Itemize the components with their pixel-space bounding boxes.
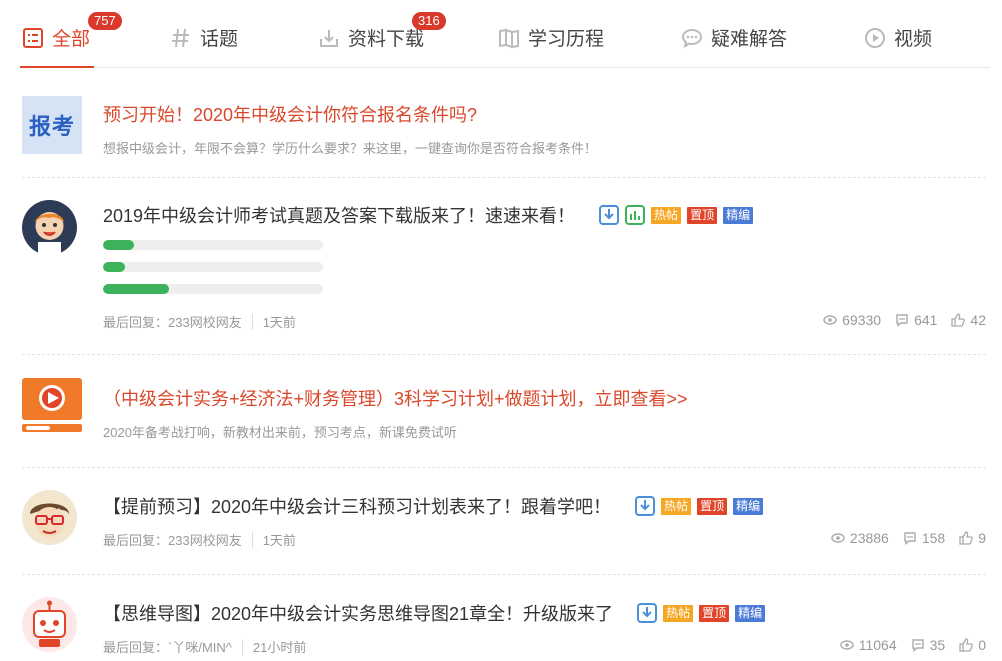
comment-icon [896, 314, 908, 327]
download-icon [635, 496, 656, 516]
tab-label: 全部 [52, 29, 91, 50]
post-title[interactable]: （中级会计实务+经济法+财务管理）3科学习计划+做题计划，立即查看>> [103, 385, 688, 411]
pinned-tag: 置顶 [699, 604, 730, 622]
featured-tag: 精编 [723, 206, 754, 224]
post-time: 21小时前 [252, 640, 307, 655]
list-item[interactable]: （中级会计实务+经济法+财务管理）3科学习计划+做题计划，立即查看>> 2020… [22, 355, 986, 468]
post-title-link[interactable]: 【提前预习】2020年中级会计三科预习计划表来了！跟着学吧！ [103, 493, 611, 519]
eye-icon [823, 315, 837, 325]
video-thumbnail [22, 378, 82, 439]
reply-count: 641 [914, 312, 938, 328]
chat-icon [681, 28, 703, 49]
post-stats: 23886 158 9 [817, 530, 986, 546]
thumbnail-text: 报考 [28, 114, 75, 139]
tab-label: 学习历程 [528, 29, 605, 50]
post-subtitle: 想报中级会计，年限不会算？学历什么要求？来这里，一键查询你是否符合报考条件！ [103, 141, 598, 156]
avatar[interactable] [22, 597, 77, 657]
list-item[interactable]: 报考 预习开始！2020年中级会计你符合报名条件吗? 想报中级会计，年限不会算？… [22, 68, 986, 178]
hot-tag: 热帖 [651, 206, 682, 224]
post-time: 1天前 [262, 533, 296, 548]
category-tabs: 全部 757 话题 资料下载 316 学习历程 疑难解答 视频 [19, 0, 990, 68]
featured-tag: 精编 [733, 497, 764, 515]
eye-icon [831, 533, 845, 543]
like-count: 9 [978, 530, 986, 546]
pinned-tag: 置顶 [697, 497, 728, 515]
post-title[interactable]: 预习开始！2020年中级会计你符合报名条件吗? [103, 101, 477, 127]
post-title-link[interactable]: （中级会计实务+经济法+财务管理）3科学习计划+做题计划，立即查看>> [103, 385, 688, 411]
post-title[interactable]: 2019年中级会计师考试真题及答案下载版来了！速速来看！ 热帖 置顶 精编 [103, 202, 754, 228]
post-title[interactable]: 【提前预习】2020年中级会计三科预习计划表来了！跟着学吧！ 热帖 置顶 精编 [103, 493, 764, 519]
pinned-tag: 置顶 [687, 206, 718, 224]
poll-progress-bar [103, 262, 323, 272]
post-title-link[interactable]: 2019年中级会计师考试真题及答案下载版来了！速速来看！ [103, 202, 575, 228]
hash-icon [172, 28, 189, 48]
tab-learning-journey[interactable]: 学习历程 [498, 24, 604, 58]
list-item[interactable]: 【提前预习】2020年中级会计三科预习计划表来了！跟着学吧！ 热帖 置顶 精编 … [22, 468, 986, 575]
poll-progress-bar [103, 240, 323, 250]
last-reply[interactable]: 最后回复：233网校网友 [103, 312, 242, 331]
download-icon [320, 30, 338, 47]
view-count: 69330 [842, 312, 882, 328]
book-icon [499, 28, 519, 49]
tab-label: 视频 [894, 29, 933, 50]
download-icon [637, 603, 658, 623]
post-time: 1天前 [262, 315, 296, 330]
promo-thumbnail: 报考 [22, 96, 82, 154]
post-title-link[interactable]: 【思维导图】2020年中级会计实务思维导图21章全！升级版来了 [103, 600, 613, 626]
view-count: 23886 [849, 530, 889, 546]
view-count: 11064 [858, 637, 897, 653]
reply-count: 158 [921, 530, 946, 546]
poll-progress-bar [103, 284, 323, 294]
tab-label: 资料下载 [348, 29, 425, 50]
post-meta: 最后回复：233网校网友 1天前 [103, 312, 296, 331]
post-title-link[interactable]: 预习开始！2020年中级会计你符合报名条件吗? [103, 101, 477, 127]
comment-icon [911, 639, 924, 652]
download-icon [599, 205, 620, 225]
last-reply[interactable]: 最后回复：`丫咪/MIN^ [103, 637, 232, 656]
last-reply[interactable]: 最后回复：233网校网友 [103, 530, 242, 549]
post-subtitle: 2020年备考战打响，新教材出来前，预习考点，新课免费试听 [103, 425, 457, 440]
avatar[interactable] [22, 490, 77, 550]
reply-count: 35 [929, 637, 946, 653]
tab-downloads[interactable]: 资料下载 316 [318, 12, 446, 58]
count-badge: 316 [412, 12, 446, 30]
hot-tag: 热帖 [661, 497, 692, 515]
poll-icon [625, 205, 646, 225]
tab-videos[interactable]: 视频 [864, 24, 932, 58]
tab-label: 疑难解答 [711, 29, 788, 50]
like-count: 42 [970, 312, 986, 328]
count-badge: 757 [88, 12, 122, 30]
post-stats: 69330 641 42 [809, 312, 986, 328]
post-meta: 最后回复：233网校网友 1天前 [103, 530, 296, 549]
post-stats: 11064 35 0 [826, 637, 986, 653]
post-title[interactable]: 【思维导图】2020年中级会计实务思维导图21章全！升级版来了 热帖 置顶 精编 [103, 600, 766, 626]
post-meta: 最后回复：`丫咪/MIN^ 21小时前 [103, 637, 306, 656]
play-icon [865, 28, 885, 48]
tab-qa[interactable]: 疑难解答 [681, 24, 787, 58]
like-icon[interactable] [951, 313, 966, 327]
tab-label: 话题 [200, 29, 239, 50]
avatar[interactable] [22, 200, 77, 260]
featured-tag: 精编 [735, 604, 766, 622]
comment-icon [904, 532, 916, 545]
like-icon[interactable] [959, 638, 974, 652]
eye-icon [840, 640, 854, 650]
like-icon[interactable] [959, 531, 974, 545]
tab-all[interactable]: 全部 757 [19, 12, 122, 68]
list-icon [23, 28, 43, 48]
list-item[interactable]: 2019年中级会计师考试真题及答案下载版来了！速速来看！ 热帖 置顶 精编 最后… [22, 178, 986, 355]
like-count: 0 [978, 637, 986, 653]
hot-tag: 热帖 [663, 604, 694, 622]
list-item[interactable]: 【思维导图】2020年中级会计实务思维导图21章全！升级版来了 热帖 置顶 精编… [22, 575, 986, 661]
tab-topics[interactable]: 话题 [170, 24, 238, 58]
